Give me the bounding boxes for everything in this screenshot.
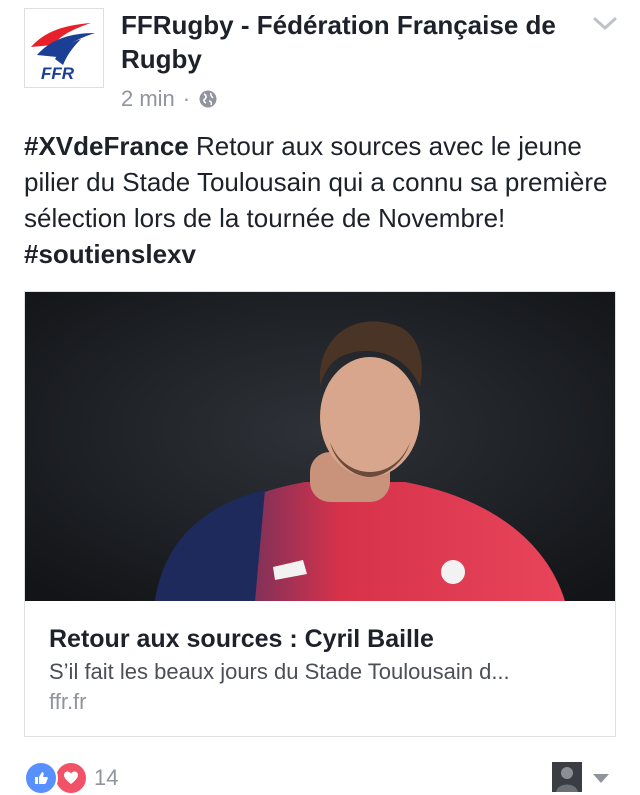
caret-down-icon[interactable] (590, 770, 612, 786)
page-avatar[interactable]: FFR (24, 8, 104, 88)
chevron-down-icon[interactable] (590, 14, 620, 34)
love-icon (54, 761, 88, 795)
ffr-logo-text: FFR (41, 64, 75, 83)
hashtag-xvdefrance[interactable]: #XVdeFrance (24, 131, 189, 161)
like-icon (24, 761, 58, 795)
reactions-summary[interactable]: 14 (24, 761, 119, 795)
meta-separator: · (182, 86, 191, 111)
post-timestamp[interactable]: 2 min (121, 84, 175, 114)
link-preview-title: Retour aux sources : Cyril Baille (49, 625, 434, 653)
globe-icon (199, 90, 217, 108)
link-preview-image (25, 292, 615, 601)
hashtag-soutienslexv[interactable]: #soutienslexv (24, 239, 196, 269)
page-name-link[interactable]: FFRugby - Fédération Française de Rugby (121, 8, 581, 76)
link-preview-description: S’il fait les beaux jours du Stade Toulo… (49, 659, 510, 684)
reaction-count: 14 (94, 765, 119, 790)
link-preview-domain: ffr.fr (49, 689, 87, 714)
post-meta: 2 min · (121, 84, 218, 114)
ffr-logo: FFR (31, 23, 95, 83)
link-preview-card[interactable]: Retour aux sources : Cyril Baille S’il f… (24, 291, 616, 737)
post-message: #XVdeFrance Retour aux sources avec le j… (24, 128, 616, 272)
viewer-avatar[interactable] (552, 762, 582, 792)
